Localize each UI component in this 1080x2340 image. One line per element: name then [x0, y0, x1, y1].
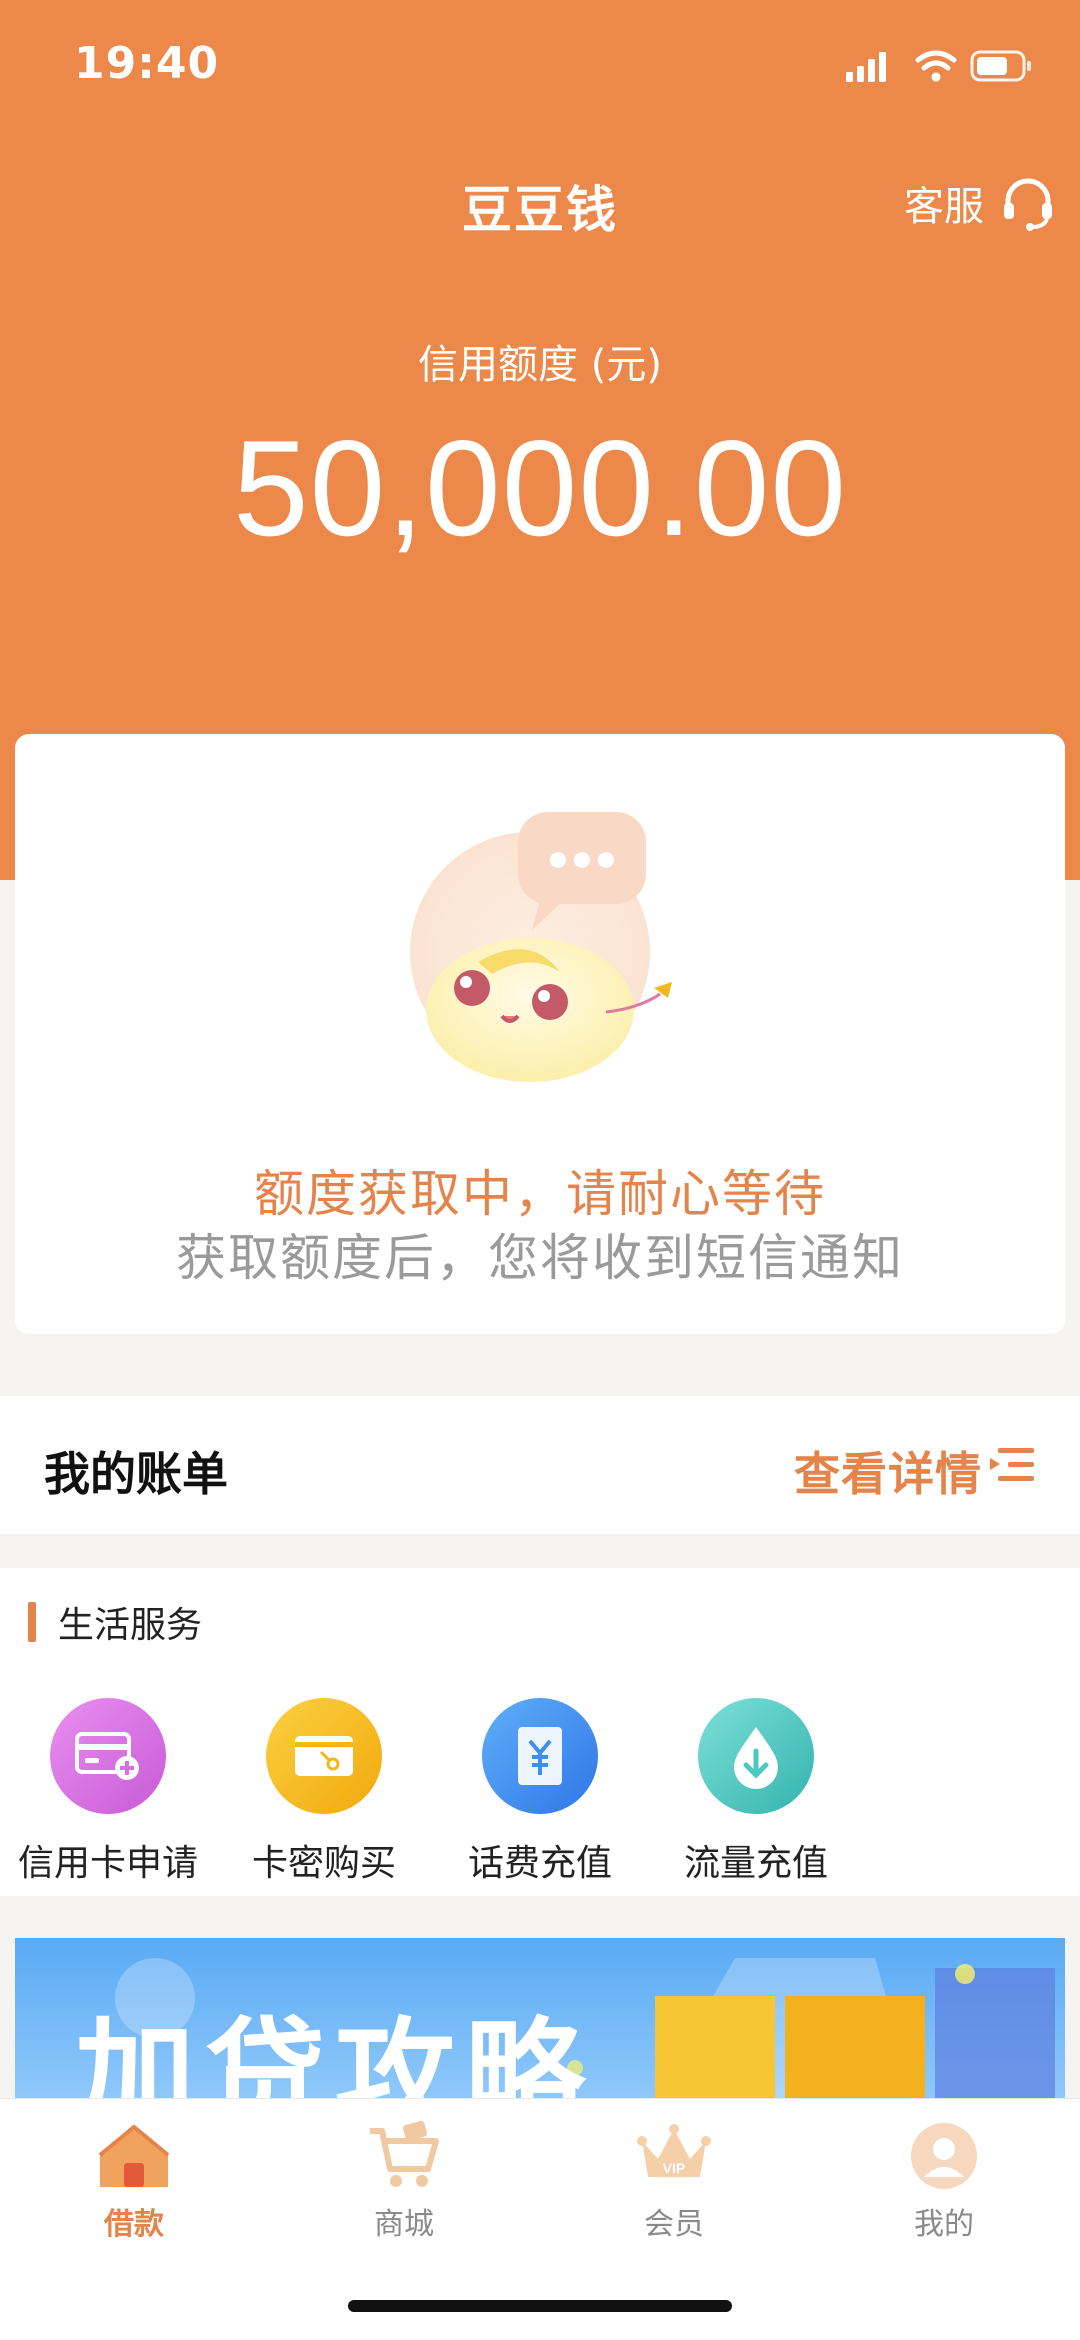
life-services-title: 生活服务 [58, 1605, 203, 1646]
service-data-recharge[interactable]: 流量充值 [656, 1698, 856, 1886]
banner-title: 加贷攻略 [75, 2007, 595, 2098]
credit-status-card: 额度获取中，请耐心等待 获取额度后，您将收到短信通知 [15, 734, 1065, 1334]
mascot-illustration [410, 812, 672, 1082]
service-label: 流量充值 [683, 1843, 828, 1884]
service-label: 话费充值 [467, 1843, 612, 1884]
section-accent-bar [28, 1602, 36, 1642]
status-bar: 19:40 [0, 0, 1080, 130]
loan-tips-banner[interactable]: 加贷攻略 [15, 1938, 1065, 2098]
tab-label: 借款 [104, 2207, 164, 2242]
tab-loan[interactable]: 借款 [34, 2121, 234, 2243]
user-icon [911, 2123, 977, 2189]
service-label: 信用卡申请 [17, 1843, 198, 1884]
cart-icon [370, 2120, 439, 2187]
svg-text:VIP: VIP [663, 2160, 686, 2176]
credit-card-icon [50, 1698, 166, 1814]
tab-membership[interactable]: VIP 会员 [574, 2121, 774, 2243]
view-details-link[interactable]: 查看详情 [794, 1438, 982, 1504]
service-phone-recharge[interactable]: 话费充值 [440, 1698, 640, 1886]
list-detail-icon [990, 1448, 1034, 1481]
tab-label: 商城 [374, 2207, 434, 2242]
tab-mall[interactable]: 商城 [304, 2120, 504, 2243]
status-sub-text: 获取额度后，您将收到短信通知 [176, 1229, 904, 1287]
status-icons [840, 46, 1040, 86]
headset-icon [1004, 178, 1052, 231]
customer-service-button[interactable]: 客服 [904, 168, 1058, 238]
card-key-icon [266, 1698, 382, 1814]
top-nav: 豆豆钱 客服 [0, 160, 1080, 250]
crown-vip-icon: VIP [637, 2124, 711, 2177]
bill-title: 我的账单 [44, 1447, 228, 1501]
signal-wifi-battery-icon [846, 50, 1031, 82]
life-services-section: 生活服务 信用卡申请 卡密购买 话费充值 流量充值 [0, 1568, 1080, 1896]
status-main-text: 额度获取中，请耐心等待 [254, 1165, 826, 1223]
my-bill-row[interactable]: 我的账单 查看详情 [0, 1396, 1080, 1534]
service-card-key-purchase[interactable]: 卡密购买 [224, 1698, 424, 1886]
credit-amount: 50,000.00 [232, 412, 848, 564]
service-label: 卡密购买 [251, 1843, 396, 1884]
home-icon [98, 2124, 170, 2187]
service-credit-card-apply[interactable]: 信用卡申请 [8, 1698, 208, 1886]
status-time: 19:40 [74, 38, 220, 89]
customer-service-label: 客服 [904, 184, 984, 230]
yuan-icon [482, 1698, 598, 1814]
data-drop-icon [698, 1698, 814, 1814]
tab-mine[interactable]: 我的 [844, 2121, 1044, 2243]
tab-label: 会员 [644, 2207, 704, 2242]
credit-label: 信用额度 (元) [418, 342, 662, 388]
tab-label: 我的 [914, 2207, 974, 2242]
home-indicator [348, 2300, 732, 2312]
